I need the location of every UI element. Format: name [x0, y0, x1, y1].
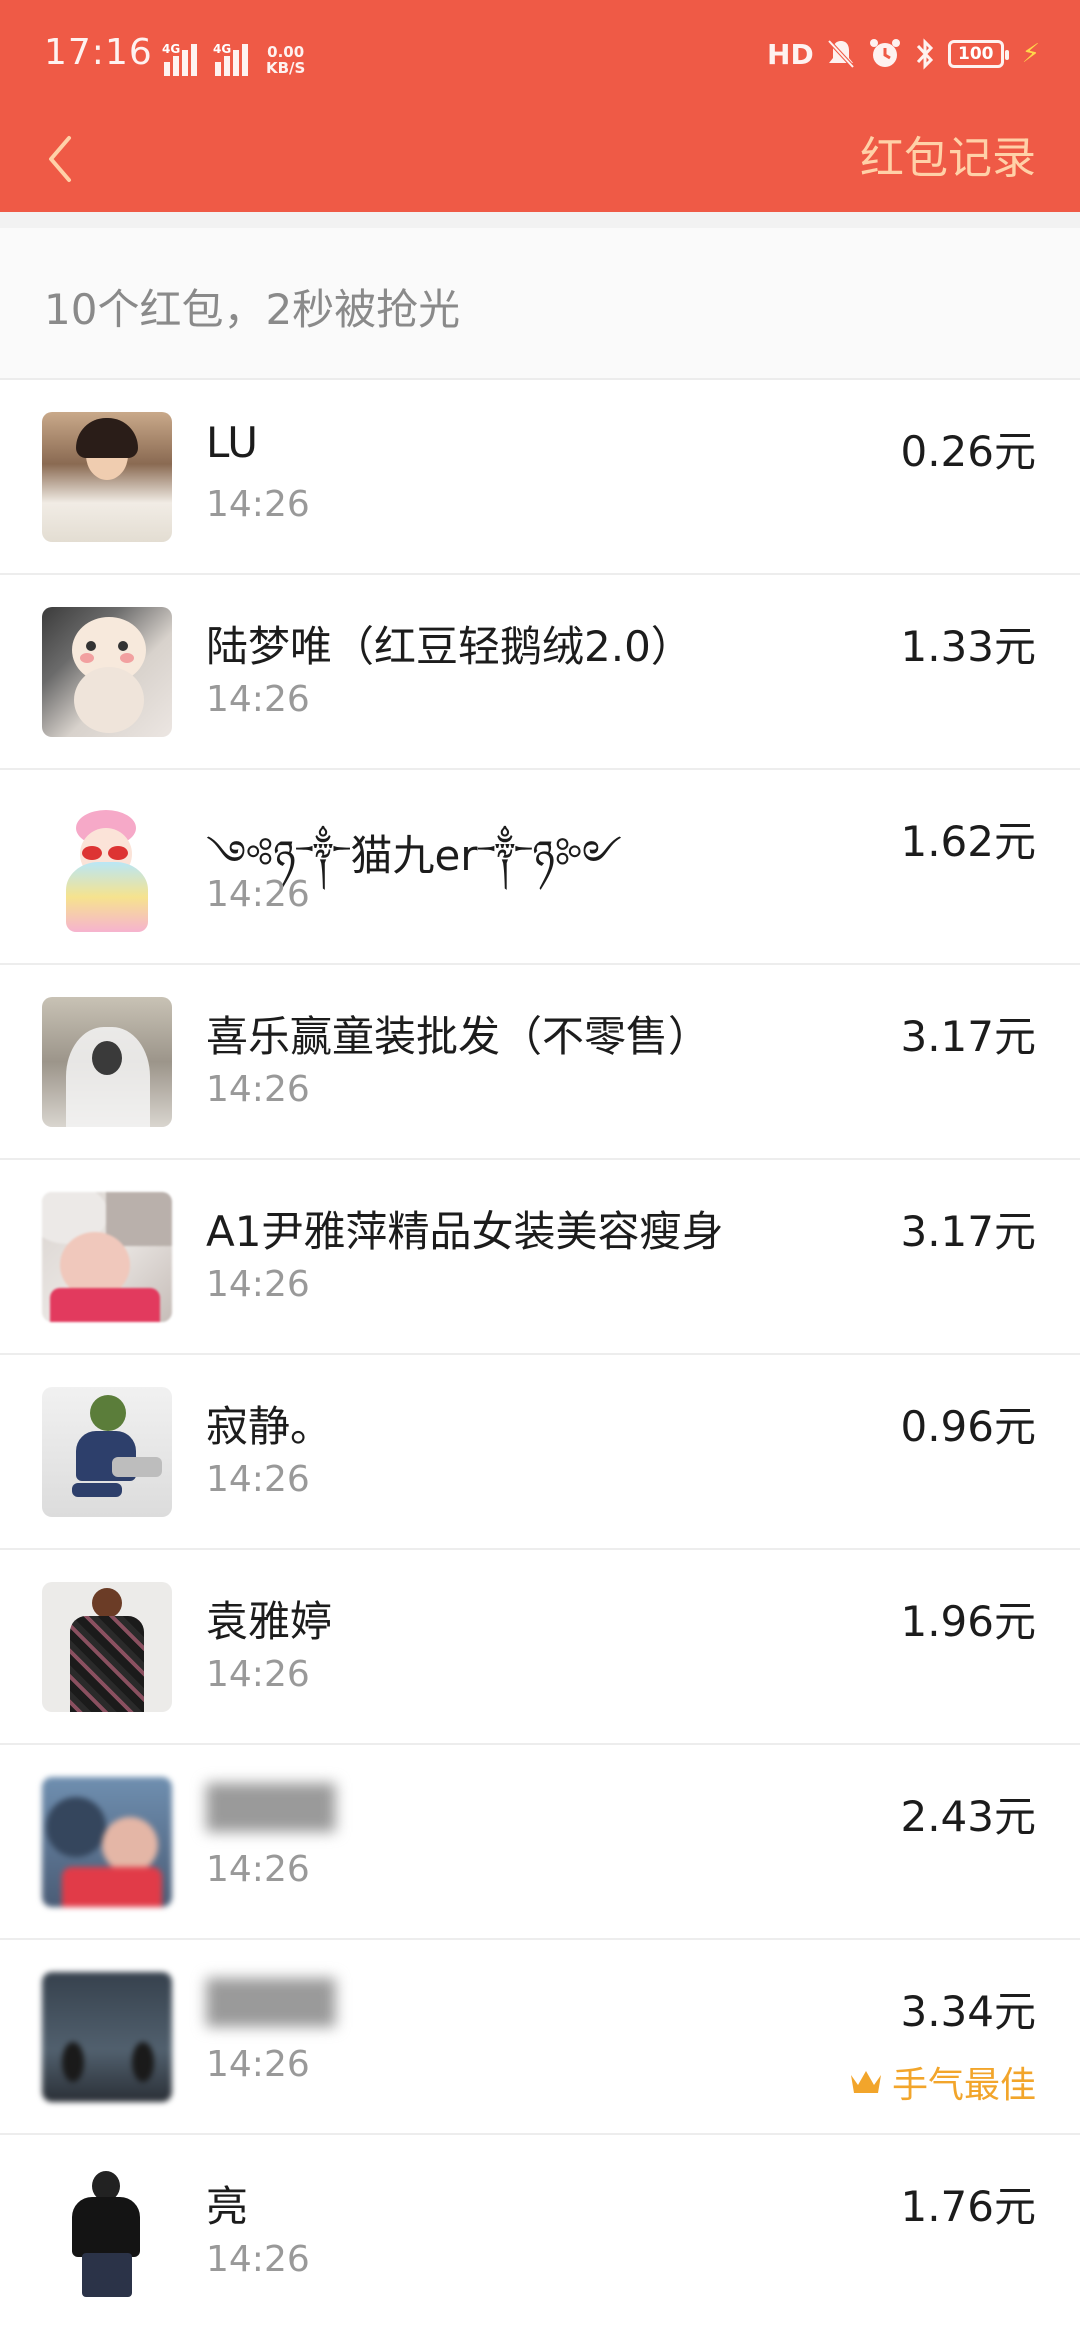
nav-bar: 红包记录 — [0, 110, 1080, 212]
member-name: 喜乐赢童装批发（不零售） — [206, 1012, 711, 1061]
list-item[interactable]: 亮 14:26 1.76元 — [0, 2135, 1080, 2326]
divider — [0, 212, 1080, 228]
amount: 3.17元 — [900, 1012, 1036, 1061]
amount: 0.96元 — [900, 1402, 1036, 1451]
list-item[interactable]: 陆梦唯（红豆轻鹅绒2.0） 14:26 1.33元 — [0, 575, 1080, 770]
page-title: 红包记录 — [860, 133, 1036, 184]
back-button[interactable] — [30, 124, 90, 194]
list-item[interactable]: ༺ཉ༒猫九er༒ཉ༻ 14:26 1.62元 — [0, 770, 1080, 965]
chevron-left-icon — [49, 136, 71, 182]
member-name: 亮 — [206, 2182, 249, 2231]
grab-time: 14:26 — [206, 1264, 310, 1305]
signal-icon: 4G — [160, 42, 197, 76]
best-luck-badge: 手气最佳 — [848, 2056, 1036, 2108]
list-item[interactable]: LU 14:26 0.26元 — [0, 380, 1080, 575]
avatar — [42, 1777, 172, 1907]
member-name: 袁雅婷 — [206, 1597, 333, 1646]
list-item[interactable]: 袁雅婷 14:26 1.96元 — [0, 1550, 1080, 1745]
amount: 0.26元 — [900, 427, 1036, 476]
signal-icon: 4G — [211, 42, 248, 76]
grab-time: 14:26 — [206, 1849, 310, 1890]
status-right-icons: HD 100 ⚡ — [767, 34, 1040, 74]
member-name: ████ — [206, 1783, 336, 1832]
avatar — [42, 412, 172, 542]
amount: 3.17元 — [900, 1207, 1036, 1256]
record-list: LU 14:26 0.26元 陆梦唯（红豆轻鹅绒2.0） 14:26 1.33元… — [0, 380, 1080, 2326]
summary-section: 10个红包，2秒被抢光 — [0, 228, 1080, 380]
charging-icon: ⚡ — [1021, 39, 1040, 69]
mute-bell-icon — [827, 39, 855, 69]
amount: 1.62元 — [900, 817, 1036, 866]
list-item[interactable]: ████ 14:26 2.43元 — [0, 1745, 1080, 1940]
avatar — [42, 1582, 172, 1712]
crown-icon — [850, 2071, 881, 2093]
app-header: 17:16 4G 4G 0.00 KB/S HD 100 ⚡ 红包记录 — [0, 0, 1080, 212]
status-time: 17:16 — [44, 32, 153, 73]
avatar — [42, 802, 172, 932]
amount: 2.43元 — [900, 1792, 1036, 1841]
grab-time: 14:26 — [206, 1069, 310, 1110]
list-item[interactable]: A1尹雅萍精品女装美容瘦身 14:26 3.17元 — [0, 1160, 1080, 1355]
amount: 1.33元 — [900, 622, 1036, 671]
member-name: LU — [206, 418, 259, 467]
avatar — [42, 997, 172, 1127]
avatar — [42, 1192, 172, 1322]
avatar — [42, 1972, 172, 2102]
avatar — [42, 607, 172, 737]
amount: 1.96元 — [900, 1597, 1036, 1646]
amount: 1.76元 — [900, 2182, 1036, 2231]
avatar — [42, 1387, 172, 1517]
grab-time: 14:26 — [206, 874, 310, 915]
avatar — [42, 2167, 172, 2297]
grab-time: 14:26 — [206, 679, 310, 720]
hd-icon: HD — [767, 37, 814, 71]
bluetooth-icon — [916, 38, 933, 70]
alarm-clock-icon — [869, 39, 900, 67]
battery-icon: 100 — [947, 40, 1009, 68]
grab-time: 14:26 — [206, 484, 310, 525]
member-name: ████ — [206, 1978, 336, 2027]
list-item[interactable]: 喜乐赢童装批发（不零售） 14:26 3.17元 — [0, 965, 1080, 1160]
grab-time: 14:26 — [206, 2044, 310, 2085]
summary-text: 10个红包，2秒被抢光 — [44, 285, 461, 334]
grab-time: 14:26 — [206, 1459, 310, 1500]
list-item[interactable]: ████ 14:26 3.34元 手气最佳 — [0, 1940, 1080, 2135]
list-item[interactable]: 寂静。 14:26 0.96元 — [0, 1355, 1080, 1550]
member-name: 寂静。 — [206, 1402, 333, 1451]
member-name: A1尹雅萍精品女装美容瘦身 — [206, 1207, 724, 1256]
net-speed: 0.00 KB/S — [266, 43, 306, 77]
member-name: 陆梦唯（红豆轻鹅绒2.0） — [206, 622, 693, 671]
grab-time: 14:26 — [206, 1654, 310, 1695]
grab-time: 14:26 — [206, 2239, 310, 2280]
amount: 3.34元 — [900, 1987, 1036, 2036]
status-bar: 17:16 4G 4G 0.00 KB/S HD 100 ⚡ — [0, 0, 1080, 110]
status-left-icons: 4G 4G 0.00 KB/S — [160, 36, 305, 76]
